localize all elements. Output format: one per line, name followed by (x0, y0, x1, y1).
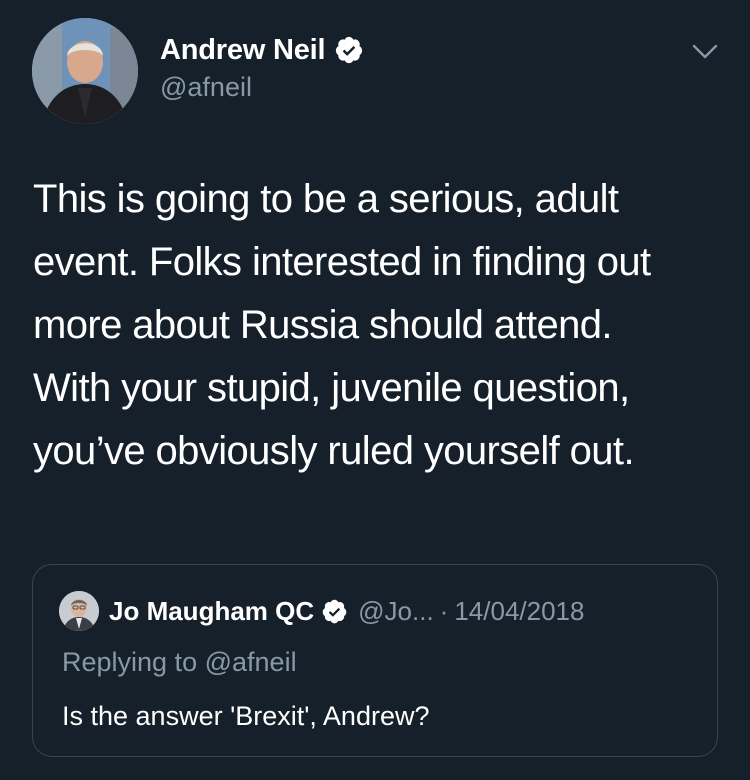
tweet-text: This is going to be a serious, adult eve… (33, 177, 651, 473)
quoted-tweet-text: Is the answer 'Brexit', Andrew? (62, 701, 430, 731)
author-name-row[interactable]: Andrew Neil (160, 30, 364, 70)
quoted-author-name: Jo Maugham QC (109, 595, 315, 626)
dot-separator: · (439, 595, 449, 626)
quoted-tweet-header: Jo Maugham QC @Jo... · 14/04/2018 (59, 591, 584, 631)
quoted-author-avatar (59, 591, 99, 631)
verified-badge-icon (334, 35, 364, 65)
replying-to-line: Replying to @afneil (62, 647, 297, 678)
quoted-tweet-date: 14/04/2018 (454, 595, 585, 626)
quoted-tweet-card[interactable]: Jo Maugham QC @Jo... · 14/04/2018 Replyi… (32, 564, 718, 757)
author-handle[interactable]: @afneil (160, 72, 252, 103)
author-avatar[interactable] (32, 18, 138, 124)
verified-badge-icon (321, 598, 348, 625)
replying-to-handle[interactable]: @afneil (205, 647, 297, 677)
author-name[interactable]: Andrew Neil (160, 34, 326, 67)
tweet-detail: Andrew Neil @afneil This is going to be … (0, 0, 750, 780)
quoted-author-handle: @Jo... (358, 595, 434, 626)
chevron-down-icon[interactable] (690, 42, 720, 62)
replying-to-prefix: Replying to (62, 647, 198, 677)
